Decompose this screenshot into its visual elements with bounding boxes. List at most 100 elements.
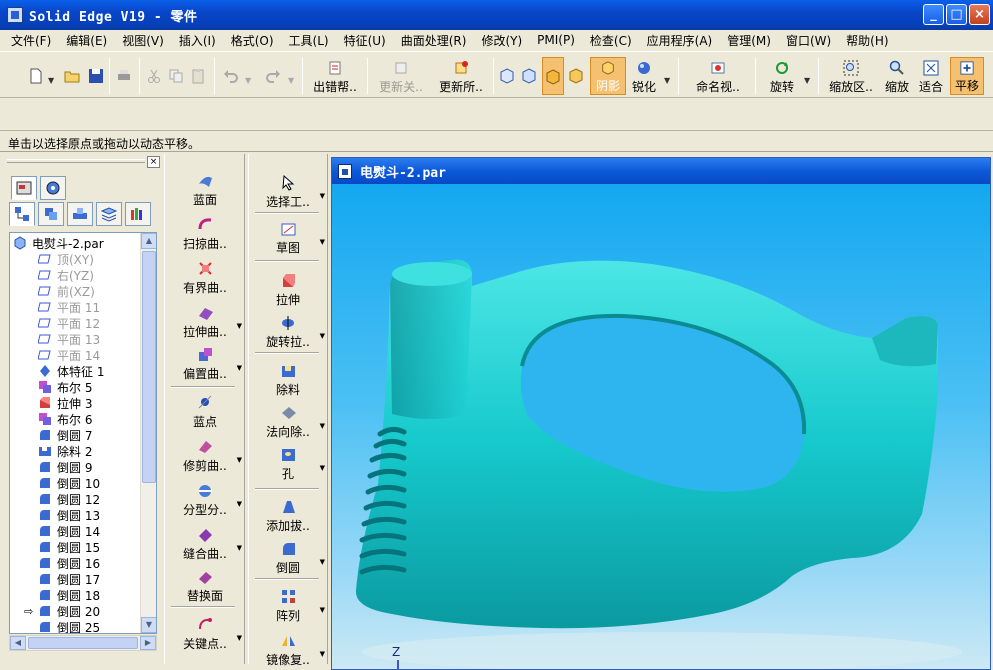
tree-item[interactable]: 倒圆 18 [38, 587, 100, 603]
select-tool-button[interactable]: 选择工.. ▼ [251, 174, 325, 210]
scroll-up-button[interactable]: ▲ [141, 233, 156, 249]
tree-item[interactable]: 倒圆 13 [38, 507, 100, 523]
hscroll-thumb[interactable] [28, 637, 138, 649]
trim-surface-button[interactable]: 修剪曲.. ▼ [168, 438, 242, 474]
copy-button[interactable] [166, 57, 186, 95]
update-related-button[interactable]: 更新关.. [372, 57, 430, 95]
mirror-copy-button[interactable]: 镜像复.. ▼ [251, 632, 325, 668]
redo-button[interactable] [262, 57, 284, 95]
zoom-button[interactable]: 缩放 [882, 57, 912, 95]
tree-item[interactable]: 倒圆 10 [38, 475, 100, 491]
tab-layer-stack[interactable] [96, 202, 122, 226]
document-title-bar[interactable]: 电熨斗-2.par [332, 158, 990, 184]
stitched-surface-button[interactable]: 缝合曲.. ▼ [168, 526, 242, 562]
tree-item[interactable]: 平面 11 [38, 299, 100, 315]
tree-item[interactable]: 平面 12 [38, 315, 100, 331]
tree-item[interactable]: 布尔 6 [38, 411, 92, 427]
scroll-down-button[interactable]: ▼ [141, 617, 156, 633]
minimize-button[interactable]: _ [923, 4, 944, 25]
pane-grip[interactable] [7, 159, 145, 163]
tree-item[interactable]: 拉伸 3 [38, 395, 92, 411]
menu-applications[interactable]: 应用程序(A) [640, 32, 721, 49]
menu-window[interactable]: 窗口(W) [779, 32, 839, 49]
close-button[interactable]: × [969, 4, 990, 25]
add-draft-button[interactable]: 添加拔.. [251, 498, 325, 534]
normal-cutout-button[interactable]: 法向除.. ▼ [251, 404, 325, 440]
tab-pathfinder[interactable] [11, 176, 37, 200]
revolved-protrusion-button[interactable]: 旋转拉.. ▼ [251, 314, 325, 350]
tree-item[interactable]: 倒圆 15 [38, 539, 100, 555]
menu-tools[interactable]: 工具(L) [282, 32, 337, 49]
tree-item[interactable]: 除料 2 [38, 443, 92, 459]
shading-button[interactable]: 阴影 [590, 57, 626, 95]
tree-item[interactable]: 倒圆 9 [38, 459, 92, 475]
tree-item[interactable]: 平面 14 [38, 347, 100, 363]
menu-features[interactable]: 特征(U) [337, 32, 394, 49]
extruded-surface-button[interactable]: 拉伸曲.. ▼ [168, 304, 242, 340]
rotate-button[interactable]: 旋转 [764, 57, 800, 95]
tree-vertical-scrollbar[interactable]: ▲ ▼ [140, 233, 156, 633]
tree-item[interactable]: 倒圆 7 [38, 427, 92, 443]
tree-item-current[interactable]: ⇨ 倒圆 20 [24, 603, 100, 619]
tree-item[interactable]: 倒圆 12 [38, 491, 100, 507]
maximize-button[interactable]: □ [946, 4, 967, 25]
scroll-left-button[interactable]: ◀ [10, 636, 26, 650]
view-shaded-button[interactable] [566, 57, 586, 95]
menu-insert[interactable]: 插入(I) [172, 32, 224, 49]
bluedot-button[interactable]: 蓝点 [168, 394, 242, 430]
view-shaded-edges-button[interactable] [542, 57, 564, 95]
swept-surface-button[interactable]: 扫掠曲.. [168, 216, 242, 252]
hole-button[interactable]: 孔 ▼ [251, 446, 325, 482]
menu-format[interactable]: 格式(O) [224, 32, 282, 49]
cutout-button[interactable]: 除料 [251, 362, 325, 398]
print-button[interactable] [114, 57, 134, 95]
zoom-area-button[interactable]: 缩放区.. [823, 57, 879, 95]
extrude-button[interactable]: 拉伸 [251, 272, 325, 308]
sketch-button[interactable]: 草图 ▼ [251, 220, 325, 256]
solid-edge-app-icon[interactable] [7, 7, 23, 23]
tab-sensors[interactable] [67, 202, 93, 226]
fit-button[interactable]: 适合 [916, 57, 946, 95]
pane-close-button[interactable]: × [147, 156, 160, 168]
tree-item[interactable]: 平面 13 [38, 331, 100, 347]
view-iso-button[interactable] [497, 57, 517, 95]
menu-file[interactable]: 文件(F) [4, 32, 59, 49]
tab-color-manager[interactable] [125, 202, 151, 226]
scroll-thumb[interactable] [142, 251, 156, 483]
tree-item[interactable]: 倒圆 25 [38, 619, 100, 633]
tab-features-library[interactable] [40, 176, 66, 200]
open-button[interactable] [62, 57, 82, 95]
update-all-button[interactable]: 更新所.. [432, 57, 490, 95]
menu-inspect[interactable]: 检查(C) [583, 32, 640, 49]
tree-item[interactable]: 顶(XY) [38, 251, 94, 267]
pattern-button[interactable]: 阵列 ▼ [251, 588, 325, 624]
tree-horizontal-scrollbar[interactable]: ◀ ▶ [9, 635, 157, 651]
bounded-surface-button[interactable]: 有界曲.. [168, 260, 242, 296]
iron-model[interactable]: Z [332, 184, 991, 670]
menu-surfacing[interactable]: 曲面处理(R) [394, 32, 475, 49]
replace-face-button[interactable]: 替换面 [168, 568, 242, 604]
menu-edit[interactable]: 编辑(E) [59, 32, 115, 49]
bluesurf-button[interactable]: 蓝面 [168, 172, 242, 208]
sharpen-button[interactable]: 锐化 [629, 57, 659, 95]
scroll-right-button[interactable]: ▶ [140, 636, 156, 650]
named-view-button[interactable]: 命名视.. [688, 57, 748, 95]
tree-item[interactable]: 前(XZ) [38, 283, 95, 299]
menu-pmi[interactable]: PMI(P) [530, 33, 583, 47]
keypoint-curve-button[interactable]: 关键点.. ▼ [168, 616, 242, 652]
offset-surface-button[interactable]: 偏置曲.. ▼ [168, 346, 242, 382]
paste-button[interactable] [188, 57, 208, 95]
tree-item[interactable]: 倒圆 14 [38, 523, 100, 539]
pan-button[interactable]: 平移 [950, 57, 984, 95]
tab-feature-tree[interactable] [9, 202, 35, 226]
tab-layers[interactable] [38, 202, 64, 226]
tree-item[interactable]: 右(YZ) [38, 267, 94, 283]
cut-button[interactable] [144, 57, 164, 95]
menu-modify[interactable]: 修改(Y) [474, 32, 530, 49]
error-helper-button[interactable]: 出错帮.. [306, 57, 364, 95]
tree-item[interactable]: 体特征 1 [38, 363, 104, 379]
round-button[interactable]: 倒圆 ▼ [251, 540, 325, 576]
undo-button[interactable] [220, 57, 242, 95]
view-hidden-button[interactable] [519, 57, 539, 95]
parting-split-button[interactable]: 分型分.. ▼ [168, 482, 242, 518]
